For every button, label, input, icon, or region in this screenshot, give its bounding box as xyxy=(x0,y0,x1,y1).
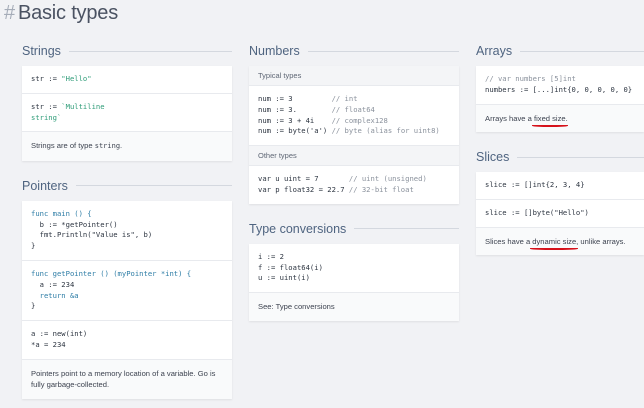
conversions-title-text: Type conversions xyxy=(249,221,347,236)
pointers-title-text: Pointers xyxy=(22,178,68,193)
typical-types-label: Typical types xyxy=(249,66,459,86)
heading-text: Basic types xyxy=(17,2,119,24)
code-text: var p float32 = 22.7 xyxy=(258,184,349,194)
slices-code-1: slice := []int{2, 3, 4} xyxy=(476,172,644,200)
code-text: num := 3. xyxy=(258,104,332,114)
code-comment: // byte (alias for uint8) xyxy=(331,126,440,136)
section-rule xyxy=(75,185,232,187)
code-comment: // int xyxy=(331,94,358,103)
slices-section-title: Slices xyxy=(476,150,644,164)
strings-section-title: Strings xyxy=(22,44,232,58)
code-line: num := 3. // float64 xyxy=(258,105,450,116)
pointers-code-block-1: func main () { b := *getPointer() fmt.Pr… xyxy=(22,201,232,262)
arrays-code: // var numbers [5]int numbers := [...]in… xyxy=(476,66,644,105)
code-text: num := 3 xyxy=(258,94,332,103)
other-types-label: Other types xyxy=(249,146,459,167)
strings-title-text: Strings xyxy=(22,44,61,58)
code-line: a := new(int) xyxy=(31,329,88,339)
highlight-text: dynamic size xyxy=(532,236,577,246)
slices-note: Slices have a dynamic size, unlike array… xyxy=(476,227,644,256)
note-text: Arrays have a xyxy=(485,113,534,123)
column-left: Strings str := "Hello" str := `Multiline… xyxy=(22,44,232,399)
arrays-note: Arrays have a fixed size. xyxy=(476,104,644,133)
note-text: Strings are of type xyxy=(31,141,95,151)
arrays-title-text: Arrays xyxy=(476,44,513,58)
arrays-section-title: Arrays xyxy=(476,44,644,58)
conversions-section-title: Type conversions xyxy=(249,222,459,236)
arrays-card: // var numbers [5]int numbers := [...]in… xyxy=(476,66,644,133)
slices-card: slice := []int{2, 3, 4} slice := []byte(… xyxy=(476,172,644,256)
column-middle: Numbers Typical types num := 3 // int num… xyxy=(249,44,459,321)
code-line: var u uint = 7 // uint (unsigned) xyxy=(258,174,450,185)
code-line: return &a xyxy=(31,290,79,300)
code-line: fmt.Println("Value is", b) xyxy=(31,230,153,240)
code-text: str := xyxy=(31,74,62,83)
code-line: i := 2 xyxy=(258,251,284,261)
code-string: "Hello" xyxy=(61,74,92,83)
red-underline-mark xyxy=(530,247,579,251)
conversions-card: i := 2 f := float64(i) u := uint(i) See:… xyxy=(249,243,459,321)
pointers-code-block-2: func getPointer () (myPointer *int) { a … xyxy=(22,261,232,322)
pointers-note: Pointers point to a memory location of a… xyxy=(22,359,232,399)
code-text: num := byte('a') xyxy=(258,126,332,136)
code-line: } xyxy=(31,241,36,251)
fixed-size-highlight: fixed size xyxy=(531,113,568,128)
code-string: string` xyxy=(31,112,62,122)
code-text: num := 3 + 4i xyxy=(258,115,332,125)
numbers-card: Typical types num := 3 // int num := 3. /… xyxy=(249,66,459,204)
code-line: b := *getPointer() xyxy=(31,219,118,229)
strings-code-block-2: str := `Multiline string` xyxy=(22,94,232,133)
code-line: num := byte('a') // byte (alias for uint… xyxy=(258,126,450,137)
conversions-note: See: Type conversions xyxy=(249,293,459,321)
note-text: Slices have a xyxy=(485,236,533,246)
code-line: a := 234 xyxy=(31,279,75,289)
red-underline-mark xyxy=(531,124,568,128)
numbers-section-title: Numbers xyxy=(249,44,459,58)
conversions-code: i := 2 f := float64(i) u := uint(i) xyxy=(249,244,459,294)
page-title: # Basic types xyxy=(4,2,118,25)
pointers-section-title: Pointers xyxy=(22,179,232,193)
code-line: *a = 234 xyxy=(31,340,66,350)
section-rule xyxy=(520,50,644,52)
code-line: func main () { xyxy=(31,208,92,218)
section-rule xyxy=(68,50,232,52)
code-line: u := uint(i) xyxy=(258,273,310,283)
note-code: string xyxy=(94,142,121,151)
heading-hash: # xyxy=(4,2,15,24)
code-string: `Multiline xyxy=(61,101,105,111)
code-line: numbers := [...]int{0, 0, 0, 0, 0} xyxy=(485,84,633,94)
pointers-code-block-3: a := new(int) *a = 234 xyxy=(22,321,232,360)
code-comment: // 32-bit float xyxy=(348,184,414,194)
code-line: num := 3 + 4i // complex128 xyxy=(258,116,450,127)
code-line: } xyxy=(31,301,36,311)
note-text: . xyxy=(120,141,123,151)
note-text: , unlike arrays. xyxy=(576,236,626,246)
slices-title-text: Slices xyxy=(476,150,510,165)
code-line: num := 3 // int xyxy=(258,94,450,105)
code-comment: // uint (unsigned) xyxy=(348,174,427,184)
typical-types-code: num := 3 // int num := 3. // float64 num :… xyxy=(249,86,459,147)
section-rule xyxy=(354,228,459,230)
code-comment: // var numbers [5]int xyxy=(485,74,576,83)
other-types-code: var u uint = 7 // uint (unsigned) var p f… xyxy=(249,166,459,204)
code-text: str := xyxy=(31,101,62,111)
dynamic-size-highlight: dynamic size xyxy=(530,236,579,251)
code-comment: // float64 xyxy=(331,104,375,114)
strings-note: Strings are of type string. xyxy=(22,132,232,161)
section-rule xyxy=(517,156,644,158)
code-comment: // complex128 xyxy=(331,115,388,125)
code-line: func getPointer () (myPointer *int) { xyxy=(31,269,192,279)
slices-code-2: slice := []byte("Hello") xyxy=(476,200,644,228)
note-text: . xyxy=(565,113,568,123)
numbers-title-text: Numbers xyxy=(249,44,300,58)
code-line: f := float64(i) xyxy=(258,262,323,272)
code-line: var p float32 = 22.7 // 32-bit float xyxy=(258,185,450,196)
column-right: Arrays // var numbers [5]int numbers := … xyxy=(476,44,644,256)
strings-card: str := "Hello" str := `Multiline string`… xyxy=(22,66,232,161)
strings-code-block-1: str := "Hello" xyxy=(22,66,232,94)
highlight-text: fixed size xyxy=(533,113,566,123)
pointers-card: func main () { b := *getPointer() fmt.Pr… xyxy=(22,200,232,399)
code-text: var u uint = 7 xyxy=(258,174,349,184)
section-rule xyxy=(307,50,459,52)
